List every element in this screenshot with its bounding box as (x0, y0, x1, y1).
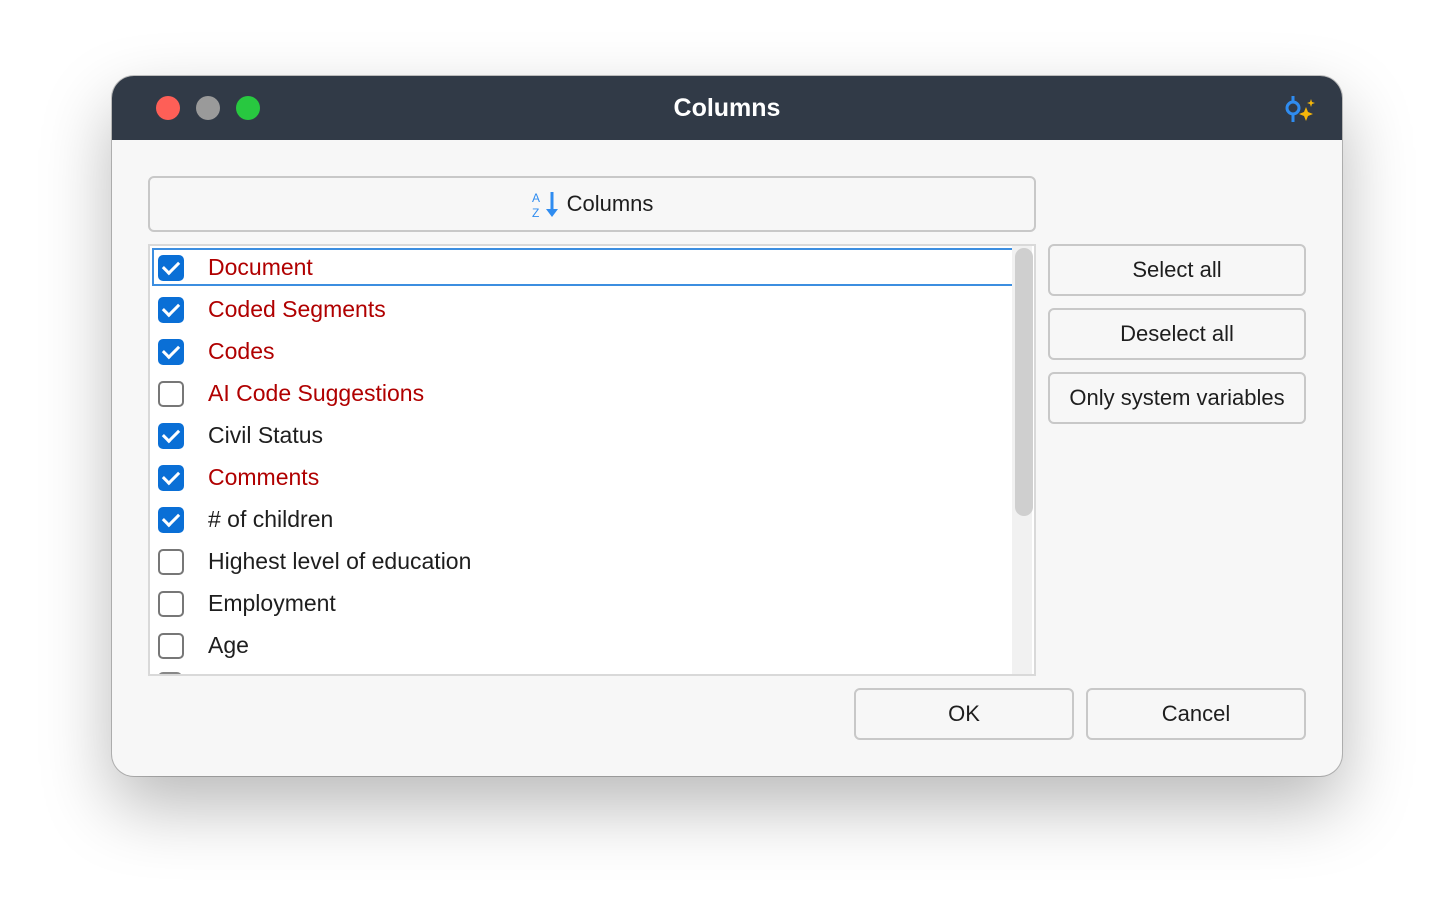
column-row[interactable]: Codes (152, 332, 1014, 370)
column-checkbox[interactable] (158, 297, 184, 323)
sort-columns-label: Columns (566, 191, 654, 216)
cancel-button[interactable]: Cancel (1086, 688, 1306, 740)
only-system-variables-button[interactable]: Only system variables (1048, 372, 1306, 424)
ok-button[interactable]: OK (854, 688, 1074, 740)
partially-visible-checkbox (158, 672, 182, 674)
column-row[interactable]: Age (152, 626, 1014, 664)
columns-list[interactable]: Document Coded Segments Codes AI Code Sugge… (148, 244, 1036, 676)
column-row[interactable]: # of children (152, 500, 1014, 538)
column-label: # of children (208, 505, 334, 532)
window-title: Columns (673, 94, 781, 122)
svg-text:Z: Z (532, 206, 539, 219)
select-all-button[interactable]: Select all (1048, 244, 1306, 296)
deselect-all-button[interactable]: Deselect all (1048, 308, 1306, 360)
column-label: Document (208, 253, 313, 280)
column-checkbox[interactable] (158, 465, 184, 491)
column-checkbox[interactable] (158, 549, 184, 575)
column-label: Highest level of education (208, 547, 472, 574)
sort-columns-button[interactable]: A Z Columns (148, 176, 1036, 232)
column-label: Employment (208, 589, 336, 616)
column-label: Age (208, 631, 249, 658)
column-row[interactable]: Document (152, 248, 1014, 286)
column-label: Codes (208, 337, 275, 364)
scrollbar-thumb[interactable] (1015, 248, 1033, 516)
column-label: Coded Segments (208, 295, 386, 322)
sort-az-icon: A Z (532, 191, 558, 219)
column-row[interactable]: Comments (152, 458, 1014, 496)
column-label: AI Code Suggestions (208, 379, 425, 406)
column-row[interactable]: Coded Segments (152, 290, 1014, 328)
column-row[interactable]: AI Code Suggestions (152, 374, 1014, 412)
column-row[interactable]: Employment (152, 584, 1014, 622)
title-bar: Columns (112, 76, 1342, 140)
column-checkbox[interactable] (158, 633, 184, 659)
column-checkbox[interactable] (158, 255, 184, 281)
column-checkbox[interactable] (158, 381, 184, 407)
list-scrollbar[interactable] (1012, 246, 1033, 674)
column-checkbox[interactable] (158, 507, 184, 533)
column-checkbox[interactable] (158, 423, 184, 449)
column-row[interactable]: Highest level of education (152, 542, 1014, 580)
column-row[interactable]: Civil Status (152, 416, 1014, 454)
column-label: Comments (208, 463, 320, 490)
columns-dialog: Columns A Z Columns Document Coded Segmen… (112, 76, 1342, 776)
svg-text:A: A (532, 191, 540, 205)
column-label: Civil Status (208, 421, 324, 448)
ai-assist-icon[interactable] (1282, 94, 1316, 124)
column-checkbox[interactable] (158, 591, 184, 617)
column-checkbox[interactable] (158, 339, 184, 365)
